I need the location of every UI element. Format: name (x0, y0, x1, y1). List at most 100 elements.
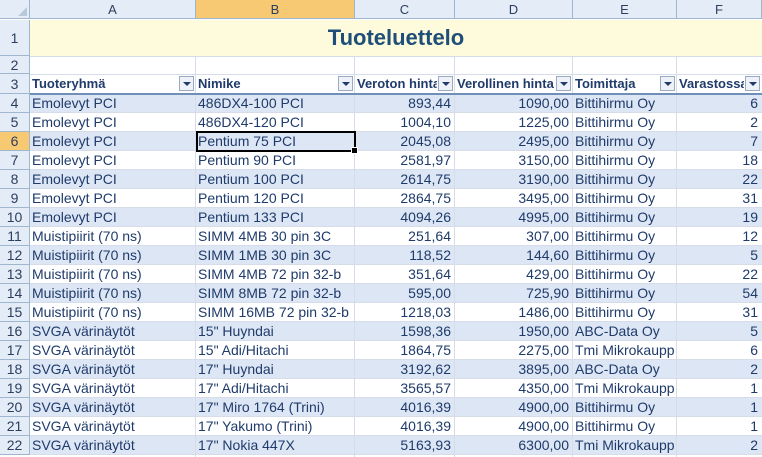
cell-product-group[interactable]: Muistipiirit (70 ns) (30, 265, 195, 284)
filter-dropdown-icon[interactable] (745, 76, 760, 91)
cell-supplier[interactable]: Bittihirmu Oy (573, 417, 676, 436)
cell-gross-price[interactable]: 2495,00 (455, 132, 572, 151)
cell-product-group[interactable]: Emolevyt PCI (30, 170, 195, 189)
cell-stock[interactable]: 1 (677, 379, 761, 398)
cell-product-group[interactable]: Emolevyt PCI (30, 94, 195, 113)
cell-stock[interactable]: 1 (677, 417, 761, 436)
cell-net-price[interactable]: 1864,75 (355, 341, 454, 360)
row-header-10[interactable]: 10 (0, 208, 30, 227)
cell-stock[interactable]: 31 (677, 189, 761, 208)
filter-dropdown-icon[interactable] (556, 76, 571, 91)
cell-product-group[interactable]: Muistipiirit (70 ns) (30, 303, 195, 322)
cell-gross-price[interactable]: 4995,00 (455, 208, 572, 227)
filter-dropdown-icon[interactable] (438, 76, 453, 91)
cell-gross-price[interactable]: 307,00 (455, 227, 572, 246)
cell-supplier[interactable]: Bittihirmu Oy (573, 227, 676, 246)
cell-gross-price[interactable]: 6300,00 (455, 436, 572, 455)
cell-net-price[interactable]: 251,64 (355, 227, 454, 246)
cell-product-group[interactable]: Muistipiirit (70 ns) (30, 246, 195, 265)
cell-net-price[interactable]: 2581,97 (355, 151, 454, 170)
cell-net-price[interactable]: 595,00 (355, 284, 454, 303)
column-header-F[interactable]: F (677, 0, 762, 19)
cell-supplier[interactable]: Tmi Mikrokaupp (573, 436, 676, 455)
cell-gross-price[interactable]: 3150,00 (455, 151, 572, 170)
filter-dropdown-icon[interactable] (338, 76, 353, 91)
cell-stock[interactable]: 22 (677, 170, 761, 189)
cell-product-name[interactable]: 17" Yakumo (Trini) (196, 417, 354, 436)
cell-net-price[interactable]: 1598,36 (355, 322, 454, 341)
cell-product-group[interactable]: Emolevyt PCI (30, 113, 195, 132)
active-cell-selection[interactable] (196, 131, 358, 154)
column-header-C[interactable]: C (355, 0, 455, 19)
filter-dropdown-icon[interactable] (179, 76, 194, 91)
cell-supplier[interactable]: ABC-Data Oy (573, 322, 676, 341)
cell-net-price[interactable]: 4016,39 (355, 398, 454, 417)
cell-product-group[interactable]: SVGA värinäytöt (30, 341, 195, 360)
cell-product-group[interactable]: SVGA värinäytöt (30, 417, 195, 436)
cell-gross-price[interactable]: 1225,00 (455, 113, 572, 132)
cell-gross-price[interactable]: 3495,00 (455, 189, 572, 208)
cell-net-price[interactable]: 3565,57 (355, 379, 454, 398)
cell-net-price[interactable]: 2614,75 (355, 170, 454, 189)
cell-net-price[interactable]: 5163,93 (355, 436, 454, 455)
cell-supplier[interactable]: Bittihirmu Oy (573, 151, 676, 170)
cell-product-name[interactable]: SIMM 1MB 30 pin 3C (196, 246, 354, 265)
cell-gross-price[interactable]: 2275,00 (455, 341, 572, 360)
cell-net-price[interactable]: 118,52 (355, 246, 454, 265)
cell-gross-price[interactable]: 3190,00 (455, 170, 572, 189)
cell-stock[interactable]: 12 (677, 227, 761, 246)
cell-net-price[interactable]: 4094,26 (355, 208, 454, 227)
cell-product-group[interactable]: SVGA värinäytöt (30, 398, 195, 417)
cell-supplier[interactable]: Bittihirmu Oy (573, 246, 676, 265)
spreadsheet[interactable]: A B C D E F Tuoteluettelo Tuoteryhmä Nimike Verot… (0, 0, 762, 457)
cell-net-price[interactable]: 1218,03 (355, 303, 454, 322)
cell-product-group[interactable]: Emolevyt PCI (30, 208, 195, 227)
cell-supplier[interactable]: Bittihirmu Oy (573, 303, 676, 322)
row-header-16[interactable]: 16 (0, 322, 30, 341)
table-header-cell[interactable]: Verollinen hinta (455, 74, 555, 93)
row-header-1[interactable]: 1 (0, 20, 30, 56)
cell-product-group[interactable]: Emolevyt PCI (30, 189, 195, 208)
row-header-4[interactable]: 4 (0, 94, 30, 113)
cell-net-price[interactable]: 2045,08 (355, 132, 454, 151)
table-header-cell[interactable]: Veroton hinta (355, 74, 437, 93)
cell-supplier[interactable]: Bittihirmu Oy (573, 189, 676, 208)
column-header-D[interactable]: D (455, 0, 573, 19)
cell-product-group[interactable]: SVGA värinäytöt (30, 379, 195, 398)
cell-stock[interactable]: 22 (677, 265, 761, 284)
cell-product-group[interactable]: SVGA värinäytöt (30, 436, 195, 455)
cell-product-name[interactable]: Pentium 100 PCI (196, 170, 354, 189)
row-header-13[interactable]: 13 (0, 265, 30, 284)
table-header-cell[interactable]: Tuoteryhmä (30, 74, 178, 93)
column-header-A[interactable]: A (30, 0, 196, 19)
cell-product-name[interactable]: SIMM 8MB 72 pin 32-b (196, 284, 354, 303)
row-header-22[interactable]: 22 (0, 436, 30, 455)
cell-gross-price[interactable]: 1090,00 (455, 94, 572, 113)
table-header-cell[interactable]: Nimike (196, 74, 337, 93)
cell-supplier[interactable]: ABC-Data Oy (573, 360, 676, 379)
cell-gross-price[interactable]: 3895,00 (455, 360, 572, 379)
cell-product-name[interactable]: 17" Nokia 447X (196, 436, 354, 455)
cell-product-group[interactable]: SVGA värinäytöt (30, 322, 195, 341)
cell-product-name[interactable]: 17" Huyndai (196, 360, 354, 379)
row-header-17[interactable]: 17 (0, 341, 30, 360)
cell-supplier[interactable]: Bittihirmu Oy (573, 284, 676, 303)
cell-product-name[interactable]: SIMM 4MB 72 pin 32-b (196, 265, 354, 284)
cell-supplier[interactable]: Bittihirmu Oy (573, 113, 676, 132)
column-header-B[interactable]: B (196, 0, 355, 19)
cell-stock[interactable]: 5 (677, 322, 761, 341)
cell-stock[interactable]: 6 (677, 341, 761, 360)
cell-gross-price[interactable]: 4350,00 (455, 379, 572, 398)
cell-supplier[interactable]: Bittihirmu Oy (573, 94, 676, 113)
cell-supplier[interactable]: Bittihirmu Oy (573, 265, 676, 284)
cell-product-name[interactable]: SIMM 4MB 30 pin 3C (196, 227, 354, 246)
cell-product-name[interactable]: Pentium 90 PCI (196, 151, 354, 170)
cell-gross-price[interactable]: 1486,00 (455, 303, 572, 322)
row-header-12[interactable]: 12 (0, 246, 30, 265)
cell-product-name[interactable]: 15" Huyndai (196, 322, 354, 341)
cell-product-group[interactable]: Emolevyt PCI (30, 132, 195, 151)
cell-stock[interactable]: 5 (677, 246, 761, 265)
filter-dropdown-icon[interactable] (660, 76, 675, 91)
cell-product-name[interactable]: 15" Adi/Hitachi (196, 341, 354, 360)
cell-supplier[interactable]: Tmi Mikrokaupp (573, 341, 676, 360)
